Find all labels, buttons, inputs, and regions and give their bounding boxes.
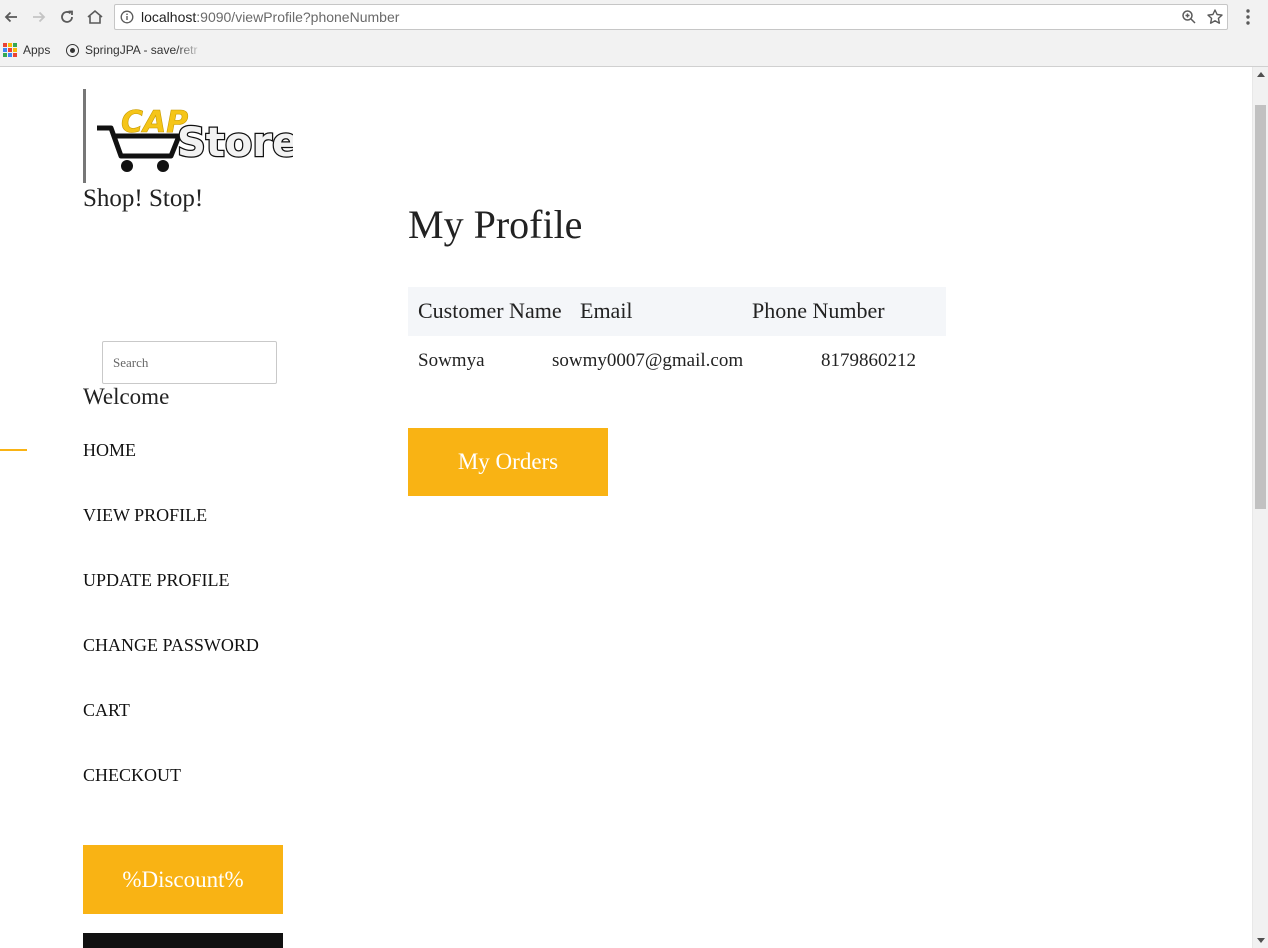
page-scrollbar[interactable]	[1252, 67, 1268, 948]
url-host: localhost	[141, 9, 197, 25]
bookmark-apps[interactable]: Apps	[3, 41, 50, 59]
browser-toolbar: localhost:9090/viewProfile?phoneNumber	[0, 0, 1268, 34]
header-customer-name: Customer Name	[418, 298, 562, 323]
scroll-down-arrow-icon[interactable]	[1257, 938, 1265, 943]
apps-icon	[3, 43, 17, 57]
scroll-up-arrow-icon[interactable]	[1257, 72, 1265, 77]
home-icon[interactable]	[84, 6, 106, 28]
bookmark-star-icon[interactable]	[1206, 8, 1224, 31]
forward-icon[interactable]	[28, 6, 50, 28]
bookmark-springjpa-label: SpringJPA - save/retr	[85, 43, 198, 57]
logo-store-text: Store	[177, 120, 293, 166]
tagline: Shop! Stop!	[83, 185, 204, 212]
cell-phone-number: 8179860212	[821, 350, 916, 371]
bookmark-apps-label: Apps	[23, 43, 51, 57]
cell-customer-name: Sowmya	[418, 350, 485, 371]
nav-home[interactable]: HOME	[83, 440, 136, 461]
active-nav-indicator	[0, 449, 27, 451]
nav-cart[interactable]: CART	[83, 700, 130, 721]
zoom-icon[interactable]	[1181, 9, 1197, 30]
back-icon[interactable]	[0, 6, 22, 28]
logo-divider	[83, 89, 86, 183]
nav-view-profile[interactable]: VIEW PROFILE	[83, 505, 207, 526]
site-info-icon[interactable]	[120, 10, 134, 29]
url-text: localhost:9090/viewProfile?phoneNumber	[141, 9, 399, 25]
my-orders-button[interactable]: My Orders	[408, 428, 608, 496]
address-bar[interactable]: localhost:9090/viewProfile?phoneNumber	[114, 4, 1228, 30]
nav-change-password[interactable]: CHANGE PASSWORD	[83, 635, 259, 656]
capstore-logo[interactable]: CAP Store	[93, 98, 301, 181]
nav-update-profile[interactable]: UPDATE PROFILE	[83, 570, 230, 591]
reload-icon[interactable]	[56, 6, 78, 28]
sidebar-dark-button[interactable]	[83, 933, 283, 948]
header-email: Email	[580, 298, 633, 323]
page-title: My Profile	[408, 202, 583, 247]
bookmarks-bar: Apps SpringJPA - save/retr	[0, 34, 1268, 67]
discount-button[interactable]: %Discount%	[83, 845, 283, 914]
url-path: :9090/viewProfile?phoneNumber	[196, 9, 400, 25]
cell-email: sowmy0007@gmail.com	[552, 350, 744, 371]
github-icon	[66, 43, 79, 57]
welcome-text: Welcome	[83, 384, 170, 409]
header-phone-number: Phone Number	[752, 298, 885, 323]
scroll-thumb[interactable]	[1255, 105, 1266, 509]
nav-checkout[interactable]: CHECKOUT	[83, 765, 181, 786]
search-input[interactable]	[102, 341, 277, 384]
browser-menu-icon[interactable]	[1238, 6, 1258, 33]
bookmark-springjpa[interactable]: SpringJPA - save/retr	[66, 41, 204, 59]
